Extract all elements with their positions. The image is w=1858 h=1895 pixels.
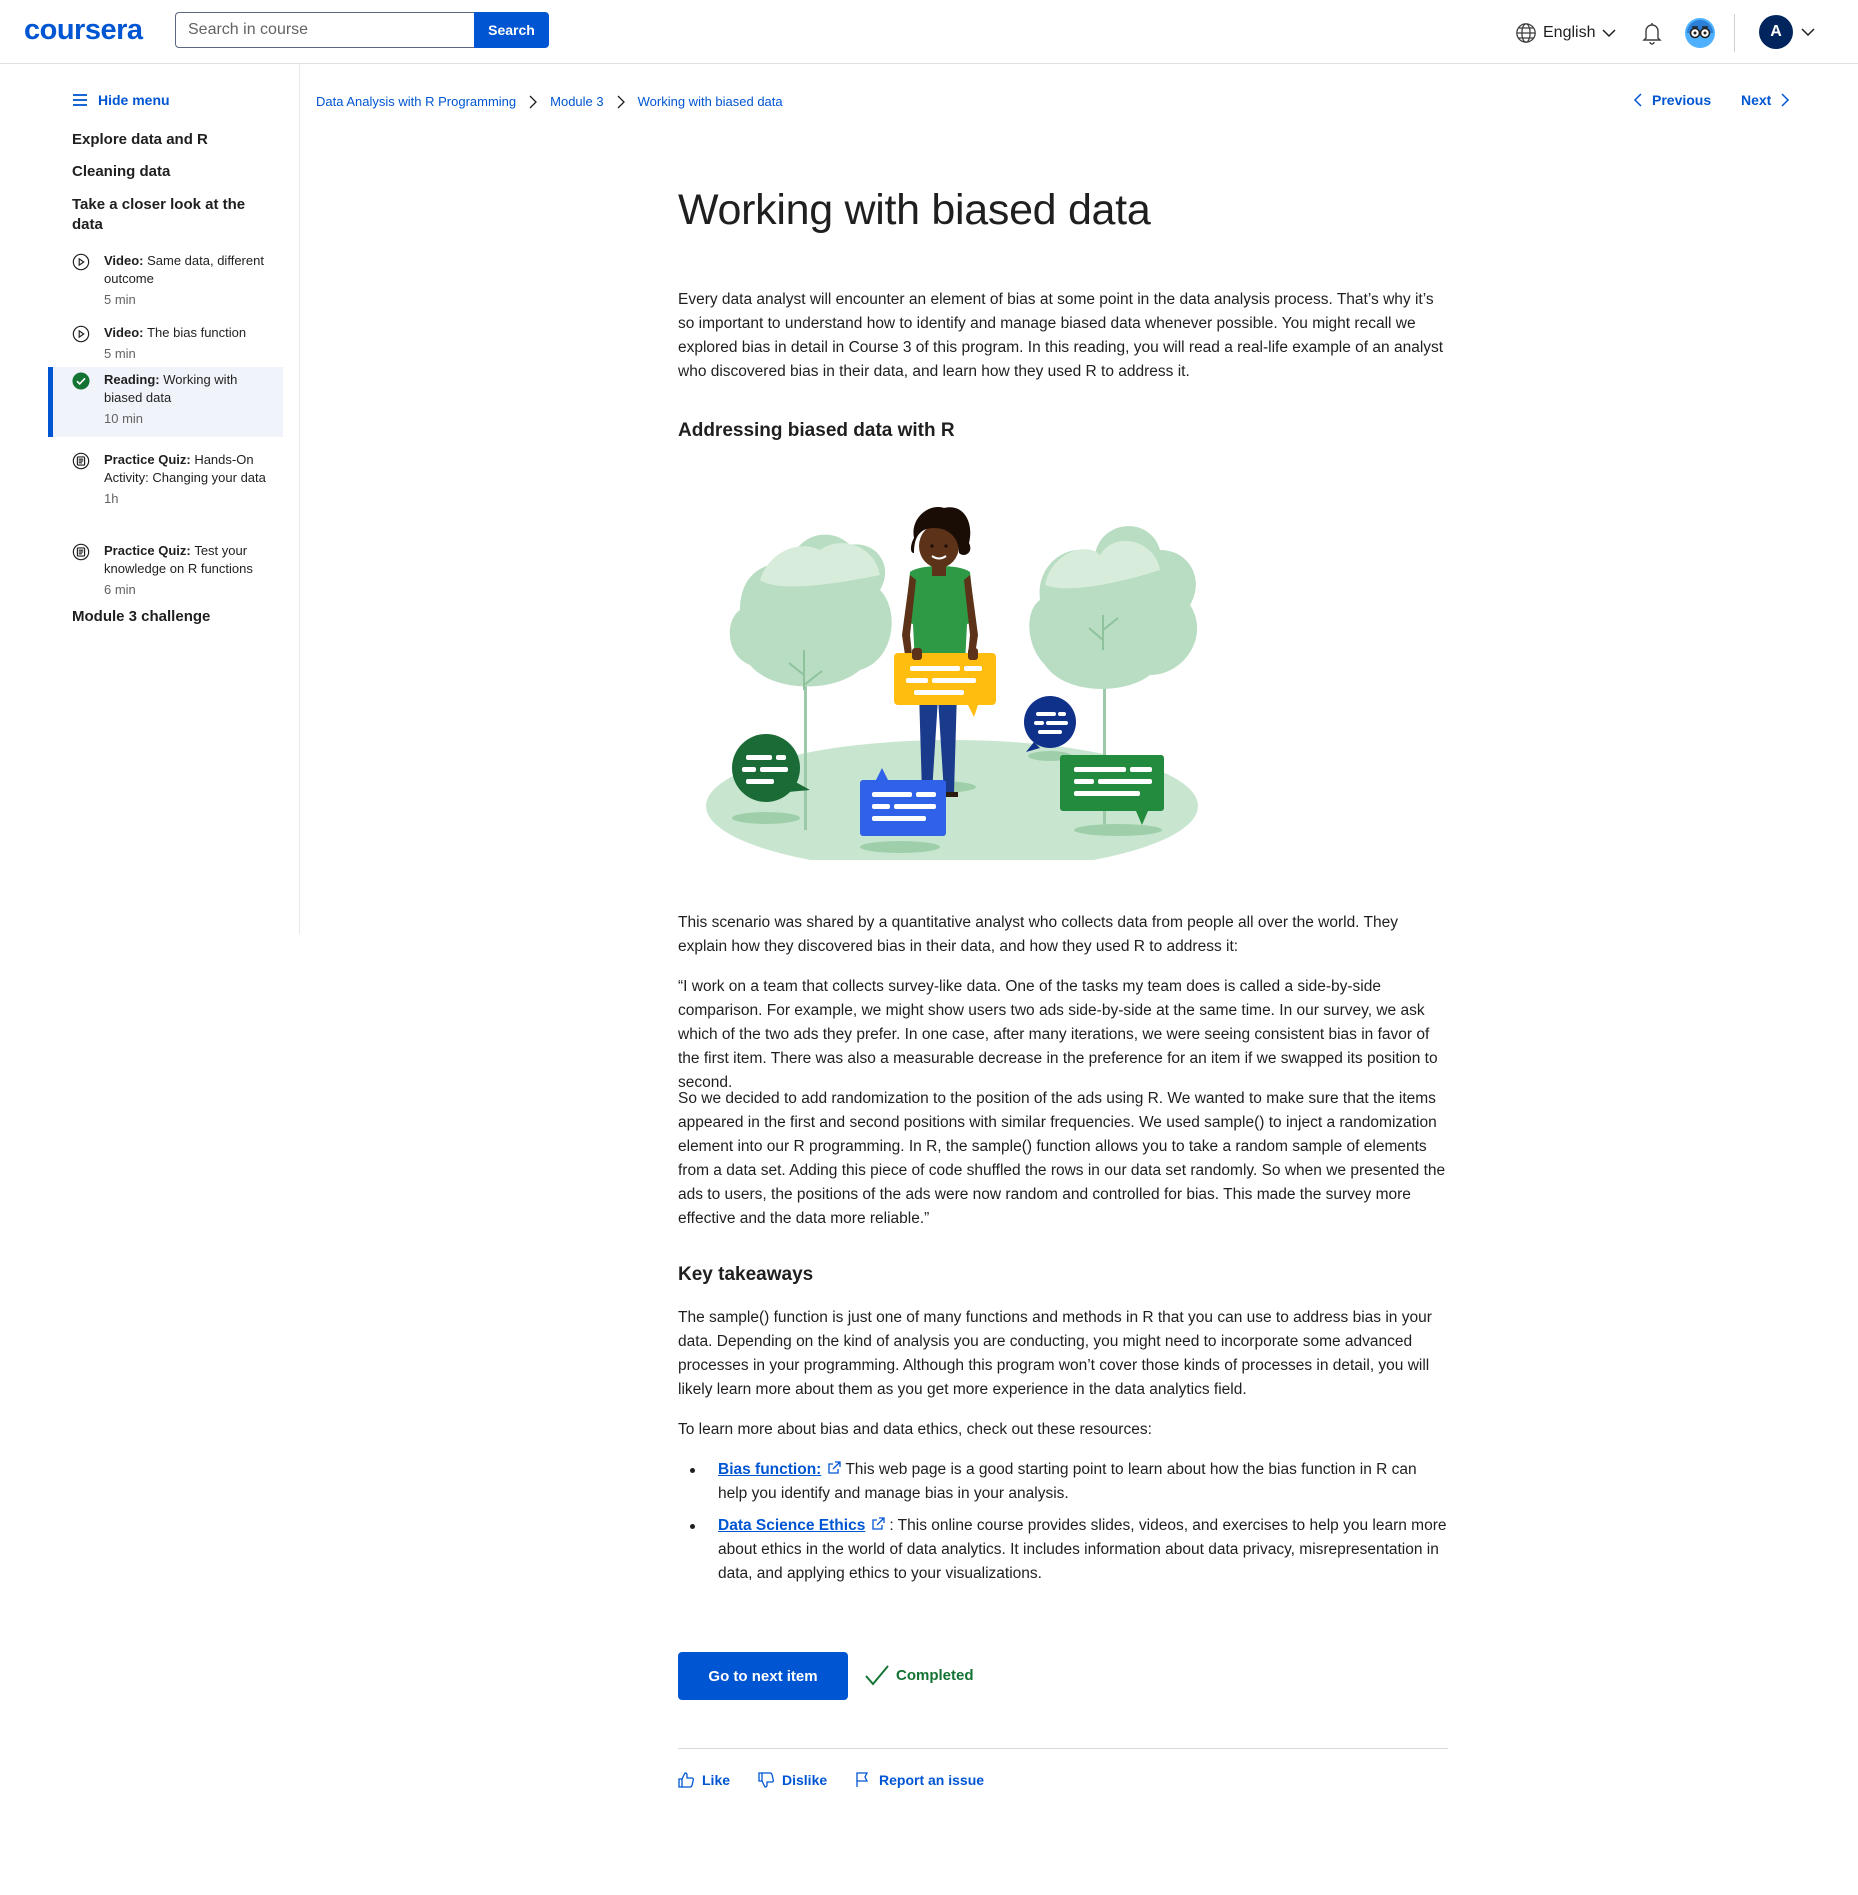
item-title: The bias function <box>147 325 247 340</box>
takeaways-paragraph: The sample() function is just one of man… <box>678 1309 1432 1398</box>
breadcrumb: Data Analysis with R Programming Module … <box>316 94 783 109</box>
header-divider <box>1734 14 1735 52</box>
chevron-down-icon <box>1602 29 1617 38</box>
report-label: Report an issue <box>879 1772 985 1788</box>
resource-description: This web page is a good starting point t… <box>718 1461 1417 1502</box>
data-science-ethics-link[interactable]: Data Science Ethics <box>718 1517 865 1534</box>
item-type: Video: <box>104 253 148 268</box>
list-item: Bias function: This web page is a good st… <box>690 1458 1450 1506</box>
page-title: Working with biased data <box>678 186 1151 234</box>
external-link-icon <box>828 1461 841 1474</box>
breadcrumb-module[interactable]: Module 3 <box>550 94 603 109</box>
like-button[interactable]: Like <box>678 1772 730 1788</box>
next-button[interactable]: Next <box>1741 92 1791 108</box>
list-item: Data Science Ethics: This online course … <box>690 1514 1450 1586</box>
external-link-icon <box>872 1517 885 1530</box>
coach-icon[interactable] <box>1684 17 1716 49</box>
biased-data-illustration <box>706 507 1198 860</box>
hide-menu-label: Hide menu <box>98 92 170 108</box>
top-header: coursera Search English A <box>0 0 1858 64</box>
resources-list: Bias function: This web page is a good st… <box>690 1458 1450 1594</box>
coursera-logo[interactable]: coursera <box>24 14 143 47</box>
bias-function-link[interactable]: Bias function: <box>718 1461 821 1478</box>
sidebar-item-quiz-changing-data[interactable]: Practice Quiz: Hands-On Activity: Changi… <box>48 447 283 514</box>
item-type: Reading: <box>104 372 164 387</box>
item-type: Practice Quiz: <box>104 543 195 558</box>
sidebar-section-cleaning[interactable]: Cleaning data <box>72 162 272 182</box>
quote-paragraph-1: “I work on a team that collects survey-l… <box>678 978 1438 1091</box>
quiz-icon <box>72 452 90 470</box>
heading-addressing: Addressing biased data with R <box>678 420 955 441</box>
breadcrumb-current[interactable]: Working with biased data <box>638 94 783 109</box>
sidebar-item-video-bias-function[interactable]: Video: The bias function 5 min <box>48 320 283 369</box>
previous-label: Previous <box>1652 92 1712 108</box>
completed-status: Completed <box>864 1664 974 1686</box>
thumbs-up-icon <box>678 1772 694 1788</box>
quote-paragraph-2: So we decided to add randomization to th… <box>678 1090 1446 1227</box>
previous-button[interactable]: Previous <box>1632 92 1711 108</box>
completed-label: Completed <box>896 1666 974 1684</box>
course-sidebar: Hide menu Explore data and R Cleaning da… <box>0 64 300 934</box>
item-duration: 10 min <box>104 411 144 426</box>
chevron-down-icon[interactable] <box>1800 24 1816 40</box>
language-label: English <box>1543 24 1596 41</box>
play-circle-icon <box>72 253 90 271</box>
globe-icon <box>1516 23 1536 43</box>
item-duration: 5 min <box>104 292 136 307</box>
next-label: Next <box>1741 92 1772 108</box>
chevron-left-icon <box>1633 93 1642 107</box>
dislike-label: Dislike <box>782 1772 828 1788</box>
like-label: Like <box>702 1772 731 1788</box>
item-duration: 5 min <box>104 346 136 361</box>
search-input[interactable] <box>175 12 474 48</box>
item-duration: 1h <box>104 491 119 506</box>
sidebar-item-quiz-r-functions[interactable]: Practice Quiz: Test your knowledge on R … <box>48 538 283 605</box>
chevron-right-icon <box>1781 93 1790 107</box>
language-selector[interactable]: English <box>1515 20 1617 46</box>
go-to-next-item-button[interactable]: Go to next item <box>678 1652 848 1700</box>
resources-intro: To learn more about bias and data ethics… <box>678 1421 1152 1438</box>
sidebar-item-reading-active[interactable]: Reading: Working with biased data 10 min <box>48 367 283 437</box>
notification-bell-icon[interactable] <box>1640 20 1664 46</box>
item-duration: 6 min <box>104 582 136 597</box>
menu-icon <box>73 94 87 106</box>
checkmark-icon <box>865 1665 889 1686</box>
search-button[interactable]: Search <box>474 12 549 48</box>
sidebar-section-closer-look[interactable]: Take a closer look at the data <box>72 195 272 235</box>
sidebar-section-explore[interactable]: Explore data and R <box>72 130 272 150</box>
chevron-right-icon <box>617 95 625 108</box>
intro-paragraph: Every data analyst will encounter an ele… <box>678 291 1444 380</box>
thumbs-down-icon <box>758 1772 774 1788</box>
sidebar-item-video-same-data[interactable]: Video: Same data, different outcome 5 mi… <box>48 248 283 315</box>
check-circle-icon <box>72 372 90 390</box>
hide-menu-button[interactable]: Hide menu <box>72 92 170 108</box>
dislike-button[interactable]: Dislike <box>758 1772 827 1788</box>
sidebar-section-module-challenge[interactable]: Module 3 challenge <box>72 607 272 627</box>
avatar[interactable]: A <box>1759 15 1793 49</box>
report-issue-button[interactable]: Report an issue <box>855 1772 984 1788</box>
item-type: Video: <box>104 325 148 340</box>
divider <box>678 1748 1448 1749</box>
play-circle-icon <box>72 325 90 343</box>
scenario-paragraph: This scenario was shared by a quantitati… <box>678 914 1398 955</box>
heading-key-takeaways: Key takeaways <box>678 1264 814 1285</box>
flag-icon <box>856 1772 869 1787</box>
chevron-right-icon <box>529 95 538 108</box>
quiz-icon <box>72 543 90 561</box>
breadcrumb-course[interactable]: Data Analysis with R Programming <box>316 94 516 109</box>
item-type: Practice Quiz: <box>104 452 195 467</box>
